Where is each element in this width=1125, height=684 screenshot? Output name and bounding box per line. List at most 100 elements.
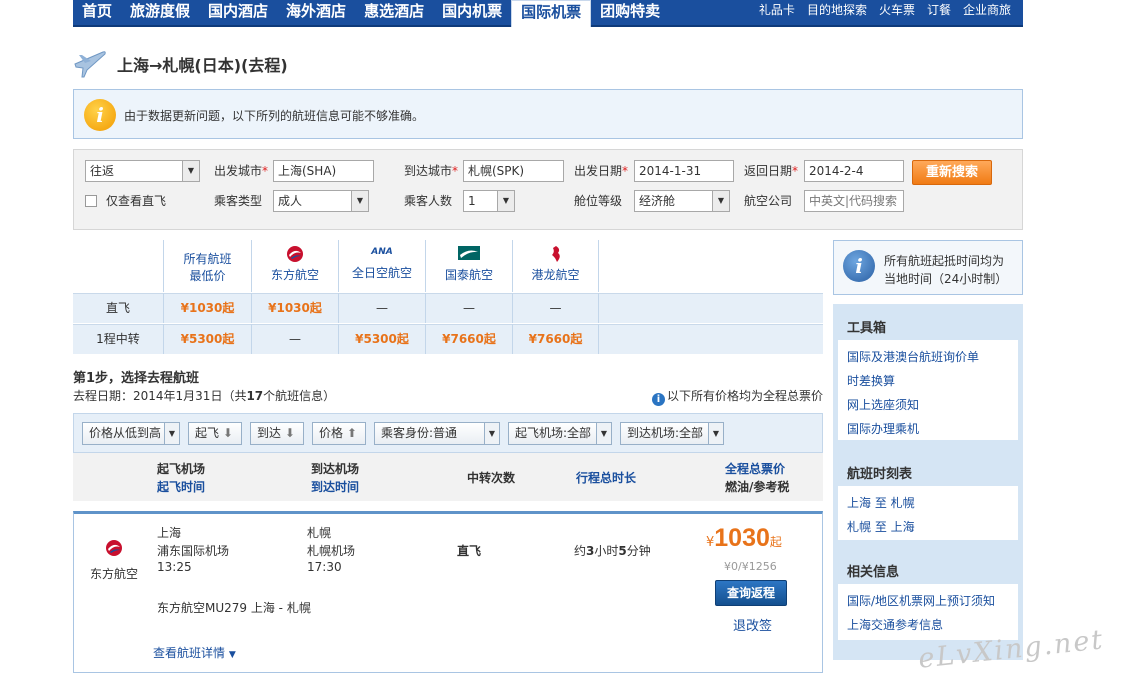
col-depart-time[interactable]: 起飞时间 [157, 478, 205, 495]
nav-group-buy[interactable]: 团购特卖 [591, 0, 669, 25]
nav-business[interactable]: 企业商旅 [957, 0, 1017, 25]
passenger-type-select[interactable]: 成人 [273, 190, 369, 212]
schedule-list: 上海 至 札幌 札幌 至 上海 [838, 486, 1018, 540]
flight-transfers: 直飞 [457, 544, 482, 558]
return-date-label: 返回日期* [744, 164, 799, 178]
toolbox-link-seat[interactable]: 网上选座须知 [847, 396, 919, 413]
top-nav: 首页 旅游度假 国内酒店 海外酒店 惠选酒店 国内机票 国际机票 团购特卖 礼品… [73, 0, 1023, 27]
chevron-down-icon: ▼ [228, 650, 236, 660]
search-panel: 往返 出发城市* 上海(SHA) 到达城市* 札幌(SPK) 出发日期* 201… [73, 149, 1023, 230]
flight-arrive-time: 17:30 [307, 560, 342, 574]
dragonair-logo-icon [551, 246, 560, 262]
main-nav: 首页 旅游度假 国内酒店 海外酒店 惠选酒店 国内机票 国际机票 团购特卖 [73, 0, 669, 27]
grid-all-header[interactable]: 所有航班 最低价 [163, 240, 251, 292]
sort-price-button[interactable]: 价格 ⬆ [312, 422, 366, 445]
grid-direct-lowest[interactable]: ¥1030起 [163, 293, 251, 323]
info-small-icon: i [652, 393, 665, 406]
schedule-title: 航班时刻表 [847, 467, 913, 482]
grid-transfer-ka[interactable]: ¥7660起 [512, 324, 599, 354]
plane-icon [74, 51, 106, 78]
passenger-count-label: 乘客人数 [404, 194, 453, 208]
cabin-label: 舱位等级 [574, 194, 623, 208]
nav-vacation[interactable]: 旅游度假 [121, 0, 199, 25]
flight-list-header: 起飞机场 起飞时间 到达机场 到达时间 中转次数 行程总时长 全程总票价 燃油/… [73, 453, 823, 501]
toolbox-link-checkin[interactable]: 国际办理乘机 [847, 420, 919, 437]
nav-destination[interactable]: 目的地探索 [801, 0, 873, 25]
flight-duration: 约3小时5分钟 [574, 544, 651, 558]
direct-only-checkbox[interactable] [85, 195, 97, 207]
related-link-transport[interactable]: 上海交通参考信息 [847, 616, 943, 633]
depart-airport-select[interactable]: 起飞机场:全部 [508, 422, 612, 445]
nav-deal-hotel[interactable]: 惠选酒店 [355, 0, 433, 25]
cabin-select[interactable]: 经济舱 [634, 190, 730, 212]
ana-logo-icon: ANA [371, 247, 393, 257]
flight-arrive-city: 札幌 [307, 526, 332, 540]
grid-direct-mu[interactable]: ¥1030起 [251, 293, 338, 323]
sidebar: 工具箱 国际及港澳台航班询价单 时差换算 网上选座须知 国际办理乘机 航班时刻表… [833, 304, 1023, 660]
search-return-button[interactable]: 查询返程 [715, 580, 787, 606]
nav-domestic-hotel[interactable]: 国内酒店 [199, 0, 277, 25]
trip-type-select[interactable]: 往返 [85, 160, 200, 182]
info-icon: i [843, 250, 875, 282]
toolbox-list: 国际及港澳台航班询价单 时差换算 网上选座须知 国际办理乘机 [838, 340, 1018, 440]
schedule-link-sha-spk[interactable]: 上海 至 札幌 [847, 494, 915, 511]
passenger-count-select[interactable]: 1 [463, 190, 515, 212]
airline-search-input[interactable]: 中英文|代码搜索 [804, 190, 904, 212]
to-city-input[interactable]: 札幌(SPK) [463, 160, 564, 182]
nav-international-flight[interactable]: 国际机票 [511, 0, 592, 27]
grid-direct-ka: — [512, 293, 599, 323]
grid-transfer-cx[interactable]: ¥7660起 [425, 324, 512, 354]
nav-overseas-hotel[interactable]: 海外酒店 [277, 0, 355, 25]
sort-depart-button[interactable]: 起飞 ⬇ [188, 422, 242, 445]
toolbox-link-timezone[interactable]: 时差换算 [847, 372, 895, 389]
passenger-identity-select[interactable]: 乘客身份:普通 [374, 422, 500, 445]
notice-banner: i 由于数据更新问题，以下所列的航班信息可能不够准确。 [73, 89, 1023, 139]
nav-gift-card[interactable]: 礼品卡 [753, 0, 801, 25]
secondary-nav: 礼品卡 目的地探索 火车票 订餐 企业商旅 [753, 0, 1017, 25]
depart-date-input[interactable]: 2014-1-31 [634, 160, 734, 182]
direct-only-label: 仅查看直飞 [106, 194, 167, 208]
related-link-booking[interactable]: 国际/地区机票网上预订须知 [847, 592, 995, 609]
airline-price-grid: 所有航班 最低价 东方航空 ANA 全日空航空 国泰航空 港龙航空 直飞 ¥10… [73, 240, 823, 354]
flight-details-link[interactable]: 查看航班详情 ▼ [153, 644, 236, 661]
flight-depart-city: 上海 [157, 526, 182, 540]
title-row: 上海→札幌(日本)(去程) [73, 44, 673, 84]
col-total-price[interactable]: 全程总票价 [725, 460, 785, 477]
nav-dining[interactable]: 订餐 [921, 0, 957, 25]
cathay-logo-icon [458, 246, 480, 260]
schedule-link-spk-sha[interactable]: 札幌 至 上海 [847, 518, 915, 535]
step-title: 第1步，选择去程航班 [73, 371, 200, 386]
price-sort-select[interactable]: 价格从低到高 [82, 422, 180, 445]
nav-train[interactable]: 火车票 [873, 0, 921, 25]
flight-tax: ¥0/¥1256 [724, 560, 777, 573]
passenger-type-label: 乘客类型 [214, 194, 263, 208]
related-list: 国际/地区机票网上预订须知 上海交通参考信息 [838, 584, 1018, 640]
grid-airline-cx[interactable]: 国泰航空 [425, 240, 512, 292]
grid-airline-ana[interactable]: ANA 全日空航空 [338, 240, 425, 292]
sort-arrive-button[interactable]: 到达 ⬇ [250, 422, 304, 445]
nav-domestic-flight[interactable]: 国内机票 [433, 0, 511, 25]
return-date-input[interactable]: 2014-2-4 [804, 160, 904, 182]
airline-label: 航空公司 [744, 194, 793, 208]
depart-date-label: 出发日期* [574, 164, 629, 178]
grid-airline-mu[interactable]: 东方航空 [251, 240, 338, 292]
grid-direct-cx: — [425, 293, 512, 323]
related-title: 相关信息 [847, 565, 900, 580]
grid-transfer-lowest[interactable]: ¥5300起 [163, 324, 251, 354]
search-button[interactable]: 重新搜索 [912, 160, 992, 185]
flight-airline: 东方航空 [90, 567, 139, 581]
from-city-input[interactable]: 上海(SHA) [273, 160, 374, 182]
time-info-text: 所有航班起抵时间均为 当地时间（24小时制） [884, 254, 1008, 286]
col-duration[interactable]: 行程总时长 [576, 469, 636, 486]
col-arrive-time[interactable]: 到达时间 [311, 478, 359, 495]
grid-transfer-ana[interactable]: ¥5300起 [338, 324, 425, 354]
grid-direct-ana: — [338, 293, 425, 323]
toolbox-title: 工具箱 [847, 321, 887, 336]
refund-change-link[interactable]: 退改签 [733, 615, 772, 634]
china-eastern-logo-icon [106, 540, 122, 556]
arrive-airport-select[interactable]: 到达机场:全部 [620, 422, 724, 445]
flight-depart-time: 13:25 [157, 560, 192, 574]
toolbox-link-inquiry[interactable]: 国际及港澳台航班询价单 [847, 348, 979, 365]
nav-home[interactable]: 首页 [73, 0, 121, 25]
grid-airline-ka[interactable]: 港龙航空 [512, 240, 599, 292]
